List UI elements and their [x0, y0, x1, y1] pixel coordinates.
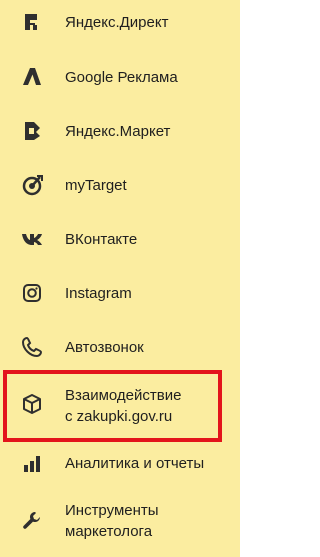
- menu-item-label: myTarget: [65, 177, 127, 194]
- menu-item-label-line1: Инструменты: [65, 502, 159, 519]
- instagram-icon: [21, 282, 43, 304]
- menu-item-label-line2: маркетолога: [65, 523, 153, 540]
- wrench-icon: [21, 510, 43, 532]
- menu-item-yandex-market[interactable]: Яндекс.Маркет: [0, 115, 240, 147]
- menu-item-label: Google Реклама: [65, 69, 178, 86]
- menu-item-analytics[interactable]: Аналитика и отчеты: [0, 447, 240, 479]
- menu-item-label: Аналитика и отчеты: [65, 455, 205, 472]
- menu-item-autocall[interactable]: Автозвонок: [0, 331, 240, 363]
- menu-item-label: ВКонтакте: [65, 231, 138, 248]
- mytarget-icon: [21, 174, 43, 196]
- vk-icon: [21, 228, 43, 250]
- menu-item-label: Instagram: [65, 285, 132, 302]
- menu-item-label: Инструменты маркетолога: [65, 500, 159, 542]
- menu-item-marketer-tools[interactable]: Инструменты маркетолога: [0, 496, 240, 546]
- yandex-market-icon: [21, 120, 43, 142]
- menu-item-vk[interactable]: ВКонтакте: [0, 223, 240, 255]
- menu-item-mytarget[interactable]: myTarget: [0, 169, 240, 201]
- bar-chart-icon: [21, 452, 43, 474]
- menu-item-google-ads[interactable]: Google Реклама: [0, 61, 240, 93]
- menu-item-yandex-direct[interactable]: Яндекс.Директ: [0, 6, 240, 38]
- sidebar-menu: Яндекс.Директ Google Реклама Яндекс.Марк…: [0, 0, 240, 557]
- google-ads-icon: [21, 66, 43, 88]
- highlight-frame: [3, 370, 222, 442]
- phone-icon: [21, 336, 43, 358]
- menu-item-label: Яндекс.Маркет: [65, 123, 171, 140]
- menu-item-label: Автозвонок: [65, 339, 144, 356]
- menu-item-label: Яндекс.Директ: [65, 14, 169, 31]
- menu-item-instagram[interactable]: Instagram: [0, 277, 240, 309]
- yandex-direct-icon: [21, 11, 43, 33]
